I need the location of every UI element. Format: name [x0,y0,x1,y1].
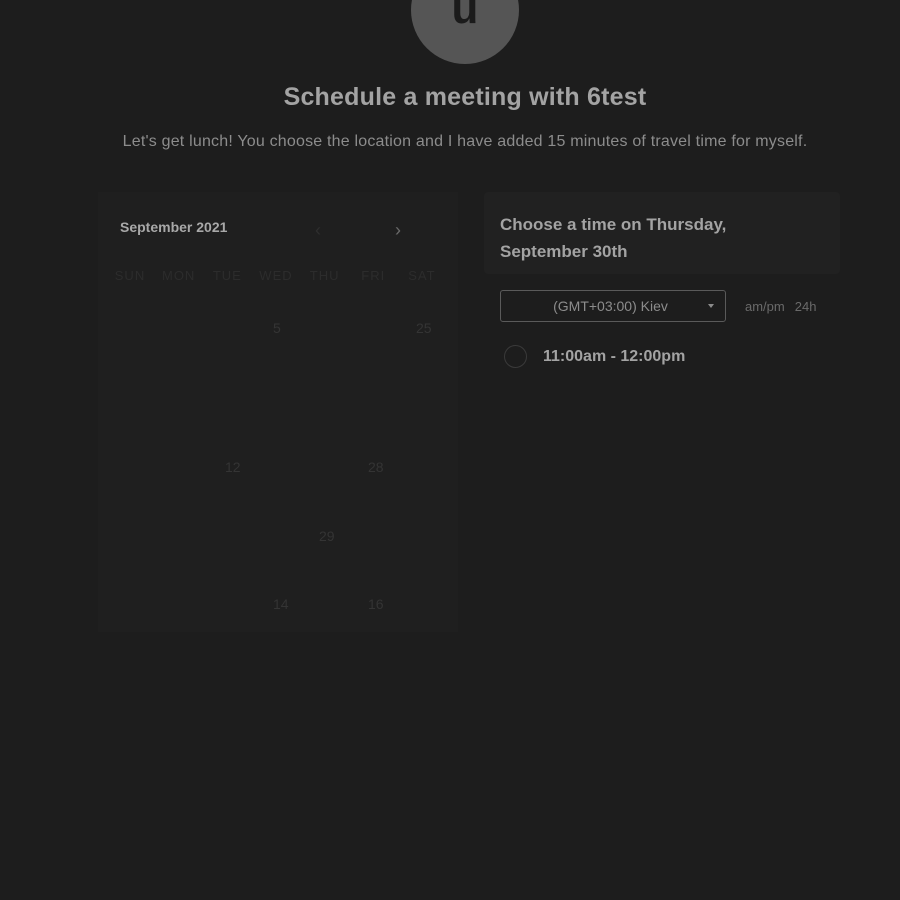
prev-month-button[interactable]: ‹ [308,220,328,240]
meeting-description: Let's get lunch! You choose the location… [122,133,808,150]
calendar-day[interactable]: 16 [368,596,384,612]
calendar-day[interactable]: 14 [273,596,289,612]
time-slot-label: 11:00am - 12:00pm [543,347,686,365]
chevron-left-icon: ‹ [315,219,321,240]
time-slot[interactable]: 11:00am - 12:00pm [504,345,685,368]
calendar-day[interactable]: 25 [416,320,432,336]
timezone-select[interactable]: (GMT+03:00) Kiev [500,290,726,322]
calendar-day[interactable]: 28 [368,459,384,475]
time-format-toggle: am/pm 24h [745,299,816,314]
time-selection-panel: Choose a time on Thursday, September 30t… [484,192,840,632]
calendar-month-label: September 2021 [120,219,228,235]
scheduling-page: u Schedule a meeting with 6test Let's ge… [0,0,900,900]
times-header: Choose a time on Thursday, September 30t… [484,192,840,274]
chevron-right-icon: › [395,219,401,240]
weekday-thu: THU [309,268,340,283]
weekday-mon: MON [161,268,196,283]
avatar-initial: u [451,0,479,33]
weekday-fri: FRI [361,268,386,283]
weekday-header: SUN MON TUE WED THU FRI SAT [106,268,446,283]
next-month-button[interactable]: › [388,220,408,240]
selected-date-title: Choose a time on Thursday, September 30t… [500,215,727,261]
calendar-day[interactable]: 5 [273,320,281,336]
calendar-day[interactable]: 12 [225,459,241,475]
weekday-wed: WED [259,268,293,283]
caret-down-icon [708,304,714,308]
format-24h-option[interactable]: 24h [795,299,817,314]
avatar: u [411,0,519,64]
weekday-sat: SAT [408,268,436,283]
page-title: Schedule a meeting with 6test [283,83,647,111]
time-slot-radio[interactable] [504,345,527,368]
weekday-sun: SUN [114,268,146,283]
weekday-tue: TUE [212,268,242,283]
calendar-day[interactable]: 29 [319,528,335,544]
calendar-panel: September 2021 ‹ › SUN MON TUE WED THU F… [98,192,458,632]
timezone-value: (GMT+03:00) Kiev [553,298,668,314]
format-ampm-option[interactable]: am/pm [745,299,785,314]
